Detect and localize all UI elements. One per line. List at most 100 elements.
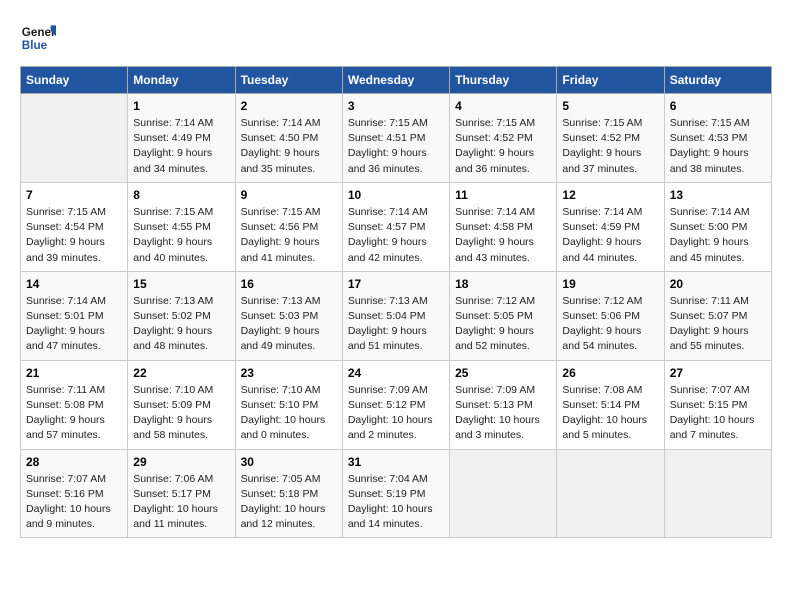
calendar-cell: 17 Sunrise: 7:13 AM Sunset: 5:04 PM Dayli… bbox=[342, 271, 449, 360]
cell-date-number: 17 bbox=[348, 277, 444, 291]
calendar-cell: 27 Sunrise: 7:07 AM Sunset: 5:15 PM Dayli… bbox=[664, 360, 771, 449]
cell-date-number: 9 bbox=[241, 188, 337, 202]
cell-date-number: 12 bbox=[562, 188, 658, 202]
calendar-cell: 14Sunrise: 7:14 AM Sunset: 5:01 PM Dayli… bbox=[21, 271, 128, 360]
calendar-cell: 29 Sunrise: 7:06 AM Sunset: 5:17 PM Dayli… bbox=[128, 449, 235, 538]
cell-date-number: 30 bbox=[241, 455, 337, 469]
calendar-cell bbox=[450, 449, 557, 538]
cell-info: Sunrise: 7:10 AM Sunset: 5:10 PM Dayligh… bbox=[241, 383, 337, 444]
cell-date-number: 1 bbox=[133, 99, 229, 113]
cell-date-number: 7 bbox=[26, 188, 122, 202]
cell-info: Sunrise: 7:11 AM Sunset: 5:08 PM Dayligh… bbox=[26, 383, 122, 444]
cell-date-number: 24 bbox=[348, 366, 444, 380]
calendar-cell: 5 Sunrise: 7:15 AM Sunset: 4:52 PM Daylig… bbox=[557, 94, 664, 183]
cell-info: Sunrise: 7:14 AM Sunset: 4:57 PM Dayligh… bbox=[348, 205, 444, 266]
cell-info: Sunrise: 7:08 AM Sunset: 5:14 PM Dayligh… bbox=[562, 383, 658, 444]
cell-info: Sunrise: 7:14 AM Sunset: 4:58 PM Dayligh… bbox=[455, 205, 551, 266]
cell-date-number: 21 bbox=[26, 366, 122, 380]
cell-info: Sunrise: 7:15 AM Sunset: 4:56 PM Dayligh… bbox=[241, 205, 337, 266]
calendar-cell: 18Sunrise: 7:12 AM Sunset: 5:05 PM Dayli… bbox=[450, 271, 557, 360]
calendar-cell: 4 Sunrise: 7:15 AM Sunset: 4:52 PM Daylig… bbox=[450, 94, 557, 183]
cell-info: Sunrise: 7:12 AM Sunset: 5:06 PM Dayligh… bbox=[562, 294, 658, 355]
cell-date-number: 2 bbox=[241, 99, 337, 113]
day-header-thursday: Thursday bbox=[450, 67, 557, 94]
day-header-wednesday: Wednesday bbox=[342, 67, 449, 94]
cell-date-number: 25 bbox=[455, 366, 551, 380]
cell-info: Sunrise: 7:06 AM Sunset: 5:17 PM Dayligh… bbox=[133, 472, 229, 533]
cell-date-number: 16 bbox=[241, 277, 337, 291]
cell-date-number: 26 bbox=[562, 366, 658, 380]
cell-info: Sunrise: 7:10 AM Sunset: 5:09 PM Dayligh… bbox=[133, 383, 229, 444]
cell-info: Sunrise: 7:07 AM Sunset: 5:16 PM Dayligh… bbox=[26, 472, 122, 533]
cell-info: Sunrise: 7:12 AM Sunset: 5:05 PM Dayligh… bbox=[455, 294, 551, 355]
cell-date-number: 27 bbox=[670, 366, 766, 380]
cell-date-number: 5 bbox=[562, 99, 658, 113]
calendar-cell: 2 Sunrise: 7:14 AM Sunset: 4:50 PM Daylig… bbox=[235, 94, 342, 183]
calendar-week-3: 14Sunrise: 7:14 AM Sunset: 5:01 PM Dayli… bbox=[21, 271, 772, 360]
cell-info: Sunrise: 7:14 AM Sunset: 5:01 PM Dayligh… bbox=[26, 294, 122, 355]
cell-date-number: 6 bbox=[670, 99, 766, 113]
cell-info: Sunrise: 7:15 AM Sunset: 4:51 PM Dayligh… bbox=[348, 116, 444, 177]
cell-info: Sunrise: 7:05 AM Sunset: 5:18 PM Dayligh… bbox=[241, 472, 337, 533]
cell-date-number: 19 bbox=[562, 277, 658, 291]
cell-date-number: 22 bbox=[133, 366, 229, 380]
cell-date-number: 3 bbox=[348, 99, 444, 113]
calendar-cell: 23 Sunrise: 7:10 AM Sunset: 5:10 PM Dayli… bbox=[235, 360, 342, 449]
calendar-cell: 11Sunrise: 7:14 AM Sunset: 4:58 PM Dayli… bbox=[450, 182, 557, 271]
calendar-cell: 31Sunrise: 7:04 AM Sunset: 5:19 PM Dayli… bbox=[342, 449, 449, 538]
cell-info: Sunrise: 7:13 AM Sunset: 5:04 PM Dayligh… bbox=[348, 294, 444, 355]
logo: General Blue bbox=[20, 20, 56, 56]
cell-info: Sunrise: 7:14 AM Sunset: 4:50 PM Dayligh… bbox=[241, 116, 337, 177]
calendar-header-row: SundayMondayTuesdayWednesdayThursdayFrid… bbox=[21, 67, 772, 94]
calendar-cell: 24 Sunrise: 7:09 AM Sunset: 5:12 PM Dayli… bbox=[342, 360, 449, 449]
calendar-cell: 1Sunrise: 7:14 AM Sunset: 4:49 PM Daylig… bbox=[128, 94, 235, 183]
calendar-cell: 20Sunrise: 7:11 AM Sunset: 5:07 PM Dayli… bbox=[664, 271, 771, 360]
calendar-cell: 3 Sunrise: 7:15 AM Sunset: 4:51 PM Daylig… bbox=[342, 94, 449, 183]
calendar-cell: 13 Sunrise: 7:14 AM Sunset: 5:00 PM Dayli… bbox=[664, 182, 771, 271]
cell-info: Sunrise: 7:15 AM Sunset: 4:53 PM Dayligh… bbox=[670, 116, 766, 177]
cell-info: Sunrise: 7:11 AM Sunset: 5:07 PM Dayligh… bbox=[670, 294, 766, 355]
calendar-week-1: 1Sunrise: 7:14 AM Sunset: 4:49 PM Daylig… bbox=[21, 94, 772, 183]
calendar-cell bbox=[557, 449, 664, 538]
cell-date-number: 15 bbox=[133, 277, 229, 291]
calendar-table: SundayMondayTuesdayWednesdayThursdayFrid… bbox=[20, 66, 772, 538]
cell-info: Sunrise: 7:15 AM Sunset: 4:52 PM Dayligh… bbox=[455, 116, 551, 177]
cell-date-number: 23 bbox=[241, 366, 337, 380]
calendar-cell: 6 Sunrise: 7:15 AM Sunset: 4:53 PM Daylig… bbox=[664, 94, 771, 183]
calendar-cell: 30 Sunrise: 7:05 AM Sunset: 5:18 PM Dayli… bbox=[235, 449, 342, 538]
day-header-sunday: Sunday bbox=[21, 67, 128, 94]
svg-text:Blue: Blue bbox=[22, 39, 48, 52]
calendar-cell: 7 Sunrise: 7:15 AM Sunset: 4:54 PM Daylig… bbox=[21, 182, 128, 271]
day-header-friday: Friday bbox=[557, 67, 664, 94]
calendar-cell: 21 Sunrise: 7:11 AM Sunset: 5:08 PM Dayli… bbox=[21, 360, 128, 449]
calendar-cell: 28Sunrise: 7:07 AM Sunset: 5:16 PM Dayli… bbox=[21, 449, 128, 538]
cell-info: Sunrise: 7:14 AM Sunset: 5:00 PM Dayligh… bbox=[670, 205, 766, 266]
cell-info: Sunrise: 7:15 AM Sunset: 4:54 PM Dayligh… bbox=[26, 205, 122, 266]
calendar-cell: 15Sunrise: 7:13 AM Sunset: 5:02 PM Dayli… bbox=[128, 271, 235, 360]
cell-info: Sunrise: 7:15 AM Sunset: 4:52 PM Dayligh… bbox=[562, 116, 658, 177]
calendar-cell: 16 Sunrise: 7:13 AM Sunset: 5:03 PM Dayli… bbox=[235, 271, 342, 360]
calendar-cell: 22 Sunrise: 7:10 AM Sunset: 5:09 PM Dayli… bbox=[128, 360, 235, 449]
day-header-saturday: Saturday bbox=[664, 67, 771, 94]
calendar-week-5: 28Sunrise: 7:07 AM Sunset: 5:16 PM Dayli… bbox=[21, 449, 772, 538]
calendar-week-2: 7 Sunrise: 7:15 AM Sunset: 4:54 PM Daylig… bbox=[21, 182, 772, 271]
cell-info: Sunrise: 7:07 AM Sunset: 5:15 PM Dayligh… bbox=[670, 383, 766, 444]
calendar-cell: 26 Sunrise: 7:08 AM Sunset: 5:14 PM Dayli… bbox=[557, 360, 664, 449]
cell-info: Sunrise: 7:14 AM Sunset: 4:59 PM Dayligh… bbox=[562, 205, 658, 266]
cell-date-number: 13 bbox=[670, 188, 766, 202]
cell-date-number: 4 bbox=[455, 99, 551, 113]
day-header-monday: Monday bbox=[128, 67, 235, 94]
calendar-cell bbox=[21, 94, 128, 183]
calendar-cell: 10 Sunrise: 7:14 AM Sunset: 4:57 PM Dayli… bbox=[342, 182, 449, 271]
cell-date-number: 29 bbox=[133, 455, 229, 469]
calendar-cell: 9 Sunrise: 7:15 AM Sunset: 4:56 PM Daylig… bbox=[235, 182, 342, 271]
calendar-week-4: 21 Sunrise: 7:11 AM Sunset: 5:08 PM Dayli… bbox=[21, 360, 772, 449]
cell-info: Sunrise: 7:09 AM Sunset: 5:13 PM Dayligh… bbox=[455, 383, 551, 444]
cell-info: Sunrise: 7:13 AM Sunset: 5:03 PM Dayligh… bbox=[241, 294, 337, 355]
calendar-cell: 12 Sunrise: 7:14 AM Sunset: 4:59 PM Dayli… bbox=[557, 182, 664, 271]
cell-info: Sunrise: 7:15 AM Sunset: 4:55 PM Dayligh… bbox=[133, 205, 229, 266]
calendar-body: 1Sunrise: 7:14 AM Sunset: 4:49 PM Daylig… bbox=[21, 94, 772, 538]
cell-info: Sunrise: 7:09 AM Sunset: 5:12 PM Dayligh… bbox=[348, 383, 444, 444]
cell-info: Sunrise: 7:04 AM Sunset: 5:19 PM Dayligh… bbox=[348, 472, 444, 533]
cell-date-number: 10 bbox=[348, 188, 444, 202]
